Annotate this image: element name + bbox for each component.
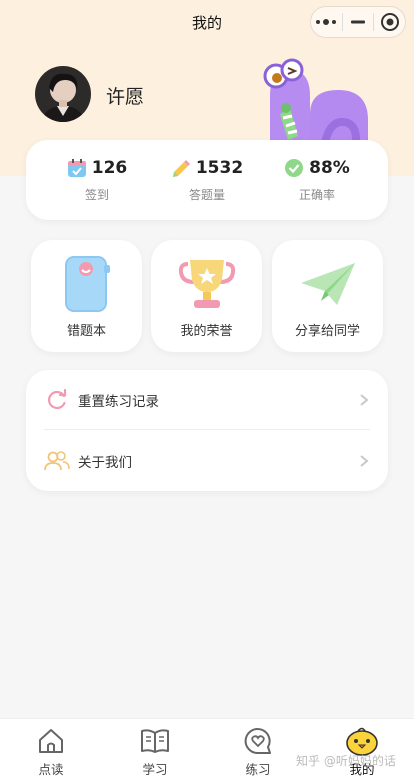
calendar-check-icon <box>67 159 86 177</box>
reset-record-label: 重置练习记录 <box>78 394 159 410</box>
mini-program-capsule <box>310 6 406 38</box>
minimize-button[interactable] <box>343 7 374 37</box>
checkin-label: 签到 <box>84 188 109 202</box>
mistake-book-label: 错题本 <box>66 324 106 339</box>
checkin-count: 126 <box>91 158 128 178</box>
notebook-icon <box>64 256 110 312</box>
avatar-portrait-image <box>35 66 91 122</box>
stat-accuracy[interactable]: 88% 正确率 <box>262 154 372 203</box>
tab-read[interactable]: 点读 <box>16 725 86 778</box>
stat-checkin[interactable]: 126 签到 <box>42 154 152 203</box>
menu-item-reset-record[interactable]: 重置练习记录 <box>44 371 370 429</box>
tab-practice[interactable]: 练习 <box>223 725 293 778</box>
avatar[interactable] <box>35 66 91 122</box>
home-icon <box>39 729 63 753</box>
my-honors-button[interactable]: 我的荣誉 <box>151 240 262 352</box>
more-menu-button[interactable] <box>311 7 342 37</box>
close-program-button[interactable] <box>374 7 405 37</box>
accuracy-value: 88% <box>309 158 350 178</box>
trophy-icon <box>178 260 235 308</box>
tab-practice-label: 练习 <box>245 762 271 777</box>
chevron-right-icon <box>360 394 369 406</box>
my-honors-label: 我的荣誉 <box>180 324 233 339</box>
users-icon <box>44 451 70 471</box>
more-dots-icon <box>316 19 337 25</box>
target-close-icon <box>380 13 399 31</box>
paper-plane-icon <box>300 263 355 305</box>
tab-read-label: 点读 <box>38 762 64 777</box>
stat-answers[interactable]: 1532 答题量 <box>152 154 262 203</box>
settings-menu-card: 重置练习记录 关于我们 <box>26 370 388 491</box>
heart-chat-icon <box>244 728 271 755</box>
check-circle-icon <box>285 159 304 177</box>
share-label: 分享给同学 <box>294 324 360 339</box>
menu-item-about-us[interactable]: 关于我们 <box>44 432 370 490</box>
bottom-tab-bar: 点读 学习 练习 我的 <box>0 718 414 780</box>
about-us-label: 关于我们 <box>78 455 132 471</box>
share-button[interactable]: 分享给同学 <box>272 240 383 352</box>
minus-icon <box>351 20 365 24</box>
answers-count: 1532 <box>195 158 244 178</box>
watermark-text: 知乎 @听妈妈的话 <box>296 754 396 768</box>
book-icon <box>141 729 169 753</box>
menu-divider <box>44 429 370 430</box>
accuracy-label: 正确率 <box>298 188 335 202</box>
username: 许愿 <box>106 86 145 108</box>
stats-card: 126 签到 1532 答题量 88% 正确率 <box>26 140 388 220</box>
pencil-icon <box>172 160 190 177</box>
tab-study-label: 学习 <box>142 762 168 777</box>
answers-label: 答题量 <box>188 188 225 202</box>
tab-study[interactable]: 学习 <box>120 725 190 778</box>
chevron-right-icon <box>360 455 369 467</box>
refresh-icon <box>48 389 67 410</box>
mistake-book-button[interactable]: 错题本 <box>31 240 142 352</box>
